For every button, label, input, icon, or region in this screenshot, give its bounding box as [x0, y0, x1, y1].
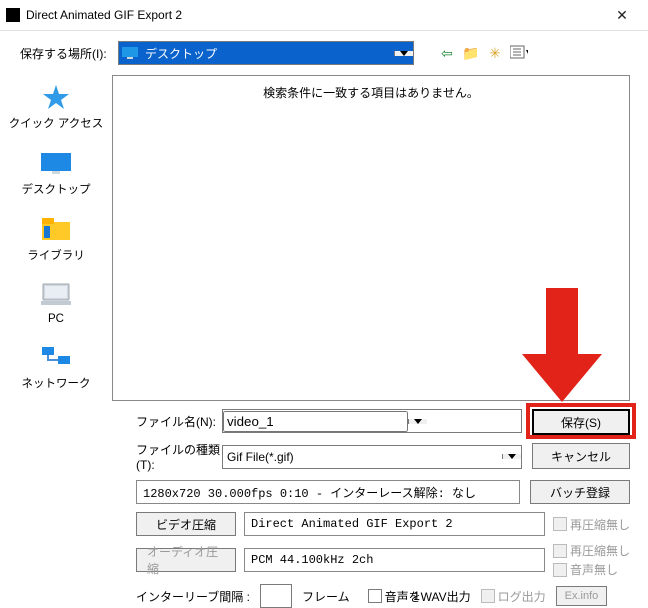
- audio-recompress-label: 再圧縮無し: [570, 542, 630, 559]
- log-output-label: ログ出力: [498, 588, 546, 605]
- video-recompress-label: 再圧縮無し: [570, 516, 630, 533]
- cancel-button[interactable]: キャンセル: [532, 443, 630, 469]
- checkbox-icon: [481, 589, 495, 603]
- place-pc[interactable]: PC: [0, 277, 112, 335]
- checkbox-icon: [368, 589, 382, 603]
- filetype-label: ファイルの種類(T):: [136, 441, 222, 472]
- video-compress-button[interactable]: ビデオ圧縮: [136, 512, 236, 536]
- place-label: ライブラリ: [27, 247, 85, 263]
- wav-output-label: 音声をWAV出力: [385, 588, 471, 605]
- new-folder-icon[interactable]: ✳: [486, 44, 504, 62]
- checkbox-icon: [553, 544, 567, 558]
- place-network[interactable]: ネットワーク: [0, 339, 112, 401]
- star-icon: [39, 83, 73, 111]
- filetype-combo[interactable]: Gif File(*.gif): [222, 445, 522, 469]
- up-folder-icon[interactable]: 📁: [462, 44, 480, 62]
- chevron-down-icon[interactable]: [394, 51, 413, 56]
- empty-message: 検索条件に一致する項目はありません。: [119, 84, 623, 101]
- filetype-value: Gif File(*.gif): [223, 450, 502, 464]
- place-quickaccess[interactable]: クイック アクセス: [0, 79, 112, 141]
- place-desktop[interactable]: デスクトップ: [0, 145, 112, 207]
- place-label: PC: [48, 313, 64, 325]
- close-icon[interactable]: ✕: [602, 7, 642, 24]
- file-list-pane[interactable]: 検索条件に一致する項目はありません。: [112, 75, 630, 401]
- monitor-icon: [39, 149, 73, 177]
- place-label: ネットワーク: [22, 375, 91, 391]
- place-libraries[interactable]: ライブラリ: [0, 211, 112, 273]
- save-button[interactable]: 保存(S): [532, 409, 630, 435]
- chevron-down-icon[interactable]: [502, 454, 521, 459]
- filename-field[interactable]: [223, 411, 408, 432]
- log-output-check: ログ出力: [481, 588, 546, 605]
- save-in-label: 保存する場所(I):: [20, 45, 110, 62]
- filename-label: ファイル名(N):: [136, 413, 222, 430]
- folder-icon: [39, 215, 73, 243]
- audio-codec-value: PCM 44.100kHz 2ch: [244, 548, 545, 572]
- save-in-value: デスクトップ: [141, 45, 394, 62]
- video-codec-value: Direct Animated GIF Export 2: [244, 512, 545, 536]
- network-icon: [39, 343, 73, 371]
- audio-mute-label: 音声無し: [570, 561, 618, 578]
- batch-button[interactable]: バッチ登録: [530, 480, 630, 504]
- checkbox-icon: [553, 563, 567, 577]
- checkbox-icon: [553, 517, 567, 531]
- filename-input[interactable]: [222, 409, 522, 433]
- place-label: デスクトップ: [22, 181, 91, 197]
- desktop-icon: [119, 47, 141, 59]
- window-title: Direct Animated GIF Export 2: [26, 8, 602, 22]
- audio-recompress-check: 再圧縮無し: [553, 542, 630, 559]
- interleave-label: インターリーブ間隔 :: [136, 588, 250, 605]
- audio-compress-button: オーディオ圧縮: [136, 548, 236, 572]
- export-info: 1280x720 30.000fps 0:10 - インターレース解除: なし: [136, 480, 520, 504]
- back-icon[interactable]: ⇦: [438, 44, 456, 62]
- save-in-combo[interactable]: デスクトップ: [118, 41, 414, 65]
- audio-mute-check: 音声無し: [553, 561, 630, 578]
- app-icon: [6, 8, 20, 22]
- video-recompress-check: 再圧縮無し: [553, 516, 630, 533]
- interleave-unit: フレーム: [302, 588, 350, 605]
- place-label: クイック アクセス: [9, 115, 104, 131]
- exinfo-button: Ex.info: [556, 586, 608, 606]
- view-menu-icon[interactable]: [510, 44, 528, 62]
- wav-output-check[interactable]: 音声をWAV出力: [368, 588, 471, 605]
- pc-icon: [39, 281, 73, 309]
- chevron-down-icon[interactable]: [408, 419, 427, 424]
